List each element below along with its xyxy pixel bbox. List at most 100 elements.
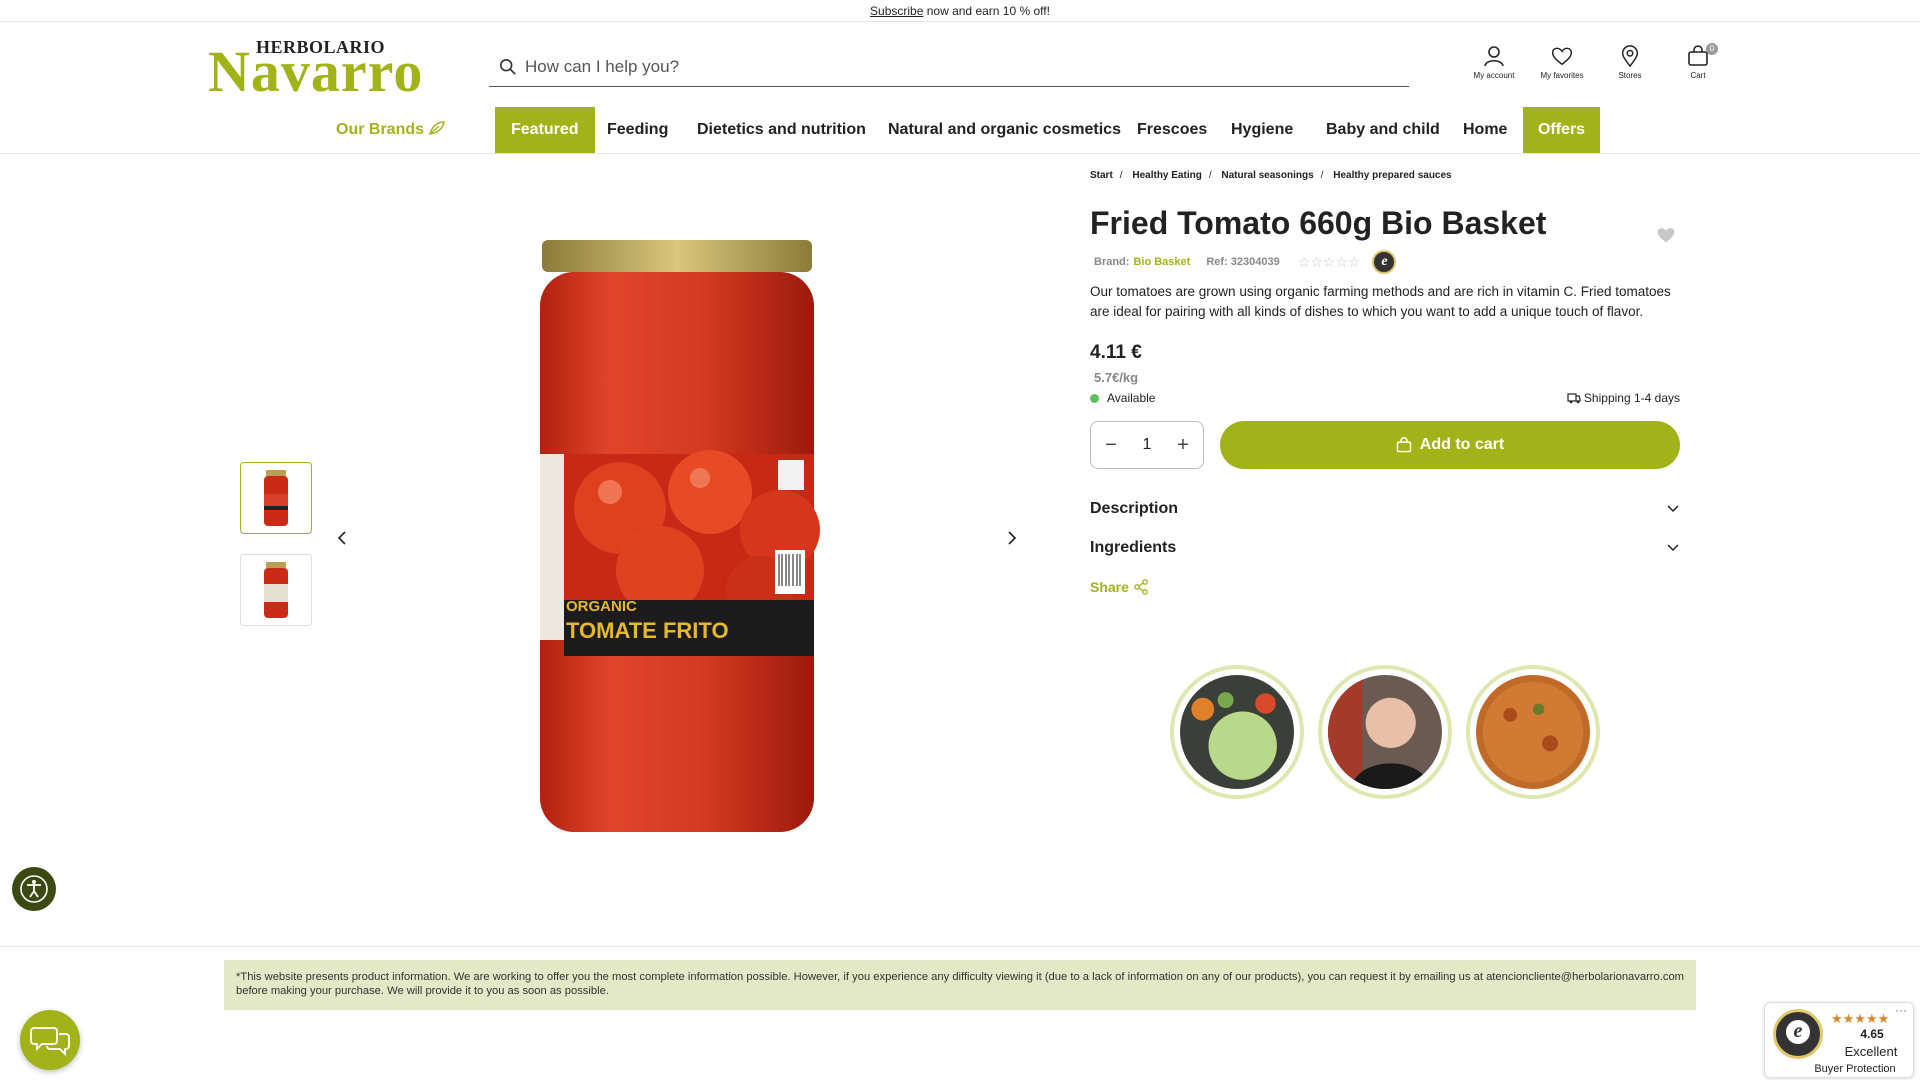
search-input[interactable] — [525, 56, 1409, 77]
decrease-quantity-button[interactable]: − — [1101, 434, 1121, 457]
breadcrumb-item[interactable]: Start — [1090, 170, 1113, 181]
buyer-protection-label: Buyer Protection — [1814, 1063, 1896, 1075]
story-item[interactable] — [1318, 665, 1452, 799]
promo-text: now and earn 10 % off! — [923, 4, 1050, 18]
jar-label-top: ORGANIC — [566, 598, 637, 615]
story-thumbnail-sauce — [1476, 675, 1590, 789]
accordion-ingredients-label: Ingredients — [1090, 538, 1177, 556]
price-per-kg: 5.7€/kg — [1094, 370, 1139, 385]
availability-dot-icon — [1090, 394, 1099, 403]
chevron-left-icon — [337, 531, 346, 545]
heart-icon — [1551, 47, 1573, 66]
stores-label: Stores — [1618, 71, 1642, 80]
accordion-description[interactable]: Description — [1090, 489, 1680, 528]
nav-our-brands-label: Our Brands — [336, 121, 425, 138]
cart-label: Cart — [1690, 71, 1706, 80]
quantity-stepper: − 1 + — [1090, 421, 1204, 469]
accordion-description-label: Description — [1090, 499, 1179, 517]
info-notice: *This website presents product informati… — [224, 960, 1696, 1010]
logo-big-text: Navarro — [208, 39, 424, 104]
thumbnail-list — [240, 462, 312, 646]
jar-thumbnail-image — [264, 470, 288, 526]
nav-featured[interactable]: Featured — [495, 107, 595, 153]
trusted-rating-stars: ★★★★★ — [1831, 1011, 1890, 1026]
cart-count-badge: 0 — [1706, 43, 1718, 55]
search-icon[interactable] — [499, 58, 517, 76]
stores-button[interactable]: Stores — [1596, 45, 1664, 80]
my-account-button[interactable]: My account — [1460, 45, 1528, 80]
increase-quantity-button[interactable]: + — [1173, 434, 1193, 457]
availability-row: Available Shipping 1-4 days — [1090, 391, 1680, 405]
nav-feeding[interactable]: Feeding — [591, 107, 684, 153]
accordion-ingredients[interactable]: Ingredients — [1090, 528, 1680, 567]
thumbnail-1[interactable] — [240, 462, 312, 534]
subscribe-link[interactable]: Subscribe — [870, 4, 923, 18]
nav-our-brands[interactable]: Our Brands — [320, 107, 462, 153]
nav-offers[interactable]: Offers — [1523, 107, 1600, 153]
accessibility-icon — [20, 875, 48, 903]
shipping-info: Shipping 1-4 days — [1567, 391, 1680, 405]
trusted-shops-seal: e — [1773, 1009, 1823, 1059]
availability-text: Available — [1107, 391, 1156, 405]
trusted-shops-icon: e — [1372, 250, 1397, 274]
add-to-favorites-button[interactable] — [1656, 226, 1676, 249]
my-favorites-label: My favorites — [1540, 71, 1584, 80]
trusted-shops-badge[interactable]: e ★★★★★ ··· 4.65 Excellent Buyer Protect… — [1764, 1002, 1914, 1078]
brand-link[interactable]: Bio Basket — [1133, 256, 1190, 268]
buy-row: − 1 + Add to cart — [1090, 421, 1680, 469]
jar-label-main: TOMATE FRITO — [566, 618, 729, 643]
add-to-cart-button[interactable]: Add to cart — [1220, 421, 1680, 469]
brand-label: Brand: — [1094, 256, 1130, 268]
story-item[interactable] — [1170, 665, 1304, 799]
product-ref: Ref: 32304039 — [1206, 256, 1280, 268]
add-to-cart-label: Add to cart — [1419, 436, 1505, 453]
heart-icon — [1657, 228, 1675, 243]
product-price: 4.11 € — [1090, 342, 1142, 363]
jar-thumbnail-image — [264, 562, 288, 618]
availability: Available — [1090, 391, 1155, 405]
chat-icon — [30, 1027, 70, 1056]
footer-divider — [0, 946, 1920, 947]
quantity-value[interactable]: 1 — [1143, 436, 1152, 454]
chevron-right-icon — [1008, 531, 1017, 545]
share-icon — [1134, 579, 1148, 595]
rating-stars[interactable]: ☆☆☆☆☆ — [1298, 254, 1361, 271]
nav-home[interactable]: Home — [1447, 107, 1523, 153]
user-icon — [1484, 46, 1504, 67]
product-description: Our tomatoes are grown using organic far… — [1090, 284, 1671, 319]
chevron-down-icon — [1667, 543, 1679, 551]
search-bar — [489, 47, 1409, 87]
more-options-icon[interactable]: ··· — [1895, 1003, 1907, 1017]
breadcrumb-item[interactable]: Healthy prepared sauces — [1333, 170, 1451, 181]
gallery-prev-button[interactable] — [330, 526, 354, 550]
breadcrumb-item[interactable]: Healthy Eating — [1132, 170, 1201, 181]
breadcrumb: Start / Healthy Eating / Natural seasoning… — [1090, 170, 1452, 181]
gallery-next-button[interactable] — [1000, 526, 1024, 550]
nav-baby-and-child[interactable]: Baby and child — [1310, 107, 1456, 153]
breadcrumb-item[interactable]: Natural seasonings — [1221, 170, 1313, 181]
share-button[interactable]: Share — [1090, 579, 1680, 595]
my-favorites-button[interactable]: My favorites — [1528, 45, 1596, 80]
nav-dietetics[interactable]: Dietetics and nutrition — [681, 107, 882, 153]
story-item[interactable] — [1466, 665, 1600, 799]
bag-icon — [1396, 437, 1412, 453]
main-nav: Our Brands Featured Feeding Dietetics an… — [0, 107, 1920, 154]
nav-frescoes[interactable]: Frescoes — [1121, 107, 1223, 153]
trusted-score: 4.65 — [1860, 1027, 1884, 1041]
thumbnail-2[interactable] — [240, 554, 312, 626]
product-image: ORGANIC TOMATE FRITO — [540, 240, 820, 832]
accessibility-button[interactable] — [12, 867, 56, 911]
nav-cosmetics[interactable]: Natural and organic cosmetics — [872, 107, 1137, 153]
story-thumbnail-vegetables — [1180, 675, 1294, 789]
nav-hygiene[interactable]: Hygiene — [1215, 107, 1309, 153]
site-logo[interactable]: HERBOLARIO Navarro — [208, 37, 423, 101]
product-meta: Brand: Bio Basket Ref: 32304039 ☆☆☆☆☆ e — [1090, 250, 1680, 274]
video-stories — [1170, 665, 1614, 799]
product-title: Fried Tomato 660g Bio Basket — [1090, 205, 1547, 241]
header: HERBOLARIO Navarro My account My favorit… — [0, 23, 1920, 103]
chevron-down-icon — [1667, 504, 1679, 512]
cart-button[interactable]: 0 Cart — [1664, 43, 1732, 80]
header-icons: My account My favorites Stores 0 Cart — [1460, 43, 1732, 80]
chat-button[interactable] — [20, 1010, 80, 1070]
my-account-label: My account — [1473, 71, 1515, 80]
